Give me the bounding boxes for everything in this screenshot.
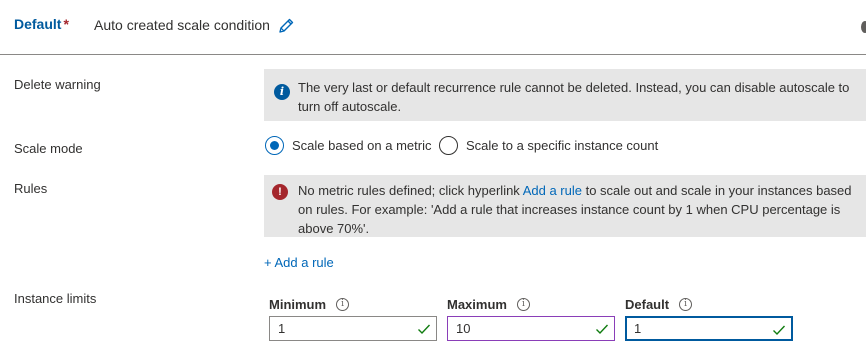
valid-check-icon	[773, 325, 786, 336]
delete-warning-label: Delete warning	[14, 77, 101, 92]
info-icon: i	[274, 84, 290, 100]
radio-scale-based-on-metric[interactable]: Scale based on a metric	[265, 135, 431, 155]
required-mark: *	[63, 16, 69, 32]
info-icon[interactable]: i	[679, 297, 693, 311]
info-icon[interactable]: i	[516, 297, 530, 311]
radio-label[interactable]: Scale to a specific instance count	[466, 138, 658, 153]
radio-unchecked-icon[interactable]	[439, 135, 458, 155]
rules-error-text: No metric rules defined; click hyperlink…	[298, 183, 852, 236]
radio-scale-specific-count[interactable]: Scale to a specific instance count	[439, 135, 658, 155]
rules-label: Rules	[14, 181, 48, 196]
minimum-input-box[interactable]	[269, 316, 437, 341]
maximum-input[interactable]	[456, 321, 586, 336]
edge-control[interactable]	[861, 21, 866, 33]
maximum-label: Maximum i	[447, 296, 530, 312]
valid-check-icon	[418, 324, 431, 335]
valid-check-icon	[596, 324, 609, 335]
minimum-label: Minimum i	[269, 296, 350, 312]
radio-checked-icon[interactable]	[265, 135, 284, 155]
radio-label[interactable]: Scale based on a metric	[292, 138, 431, 153]
rules-error-message-bar: ! No metric rules defined; click hyperli…	[264, 175, 866, 237]
default-input[interactable]	[634, 321, 764, 336]
maximum-input-box[interactable]	[447, 316, 615, 341]
scale-mode-label: Scale mode	[14, 141, 83, 156]
minimum-input[interactable]	[278, 321, 408, 336]
info-icon[interactable]: i	[336, 297, 350, 311]
maximum-field: Maximum i	[447, 296, 615, 341]
scale-condition-header: Default * Auto created scale condition	[0, 0, 866, 55]
minimum-field: Minimum i	[269, 296, 437, 341]
instance-limits-label: Instance limits	[14, 291, 97, 306]
add-rule-link[interactable]: + Add a rule	[264, 255, 334, 270]
profile-name: Default *	[14, 16, 69, 32]
delete-warning-text: The very last or default recurrence rule…	[298, 80, 850, 114]
default-field: Default i	[625, 296, 793, 341]
default-label: Default i	[625, 296, 693, 312]
add-rule-inline-link[interactable]: Add a rule	[523, 183, 582, 198]
error-icon: !	[272, 184, 288, 200]
delete-warning-message-bar: i The very last or default recurrence ru…	[264, 69, 866, 121]
default-input-box[interactable]	[625, 316, 793, 341]
pencil-icon[interactable]	[277, 17, 295, 35]
condition-title: Auto created scale condition	[94, 17, 270, 33]
